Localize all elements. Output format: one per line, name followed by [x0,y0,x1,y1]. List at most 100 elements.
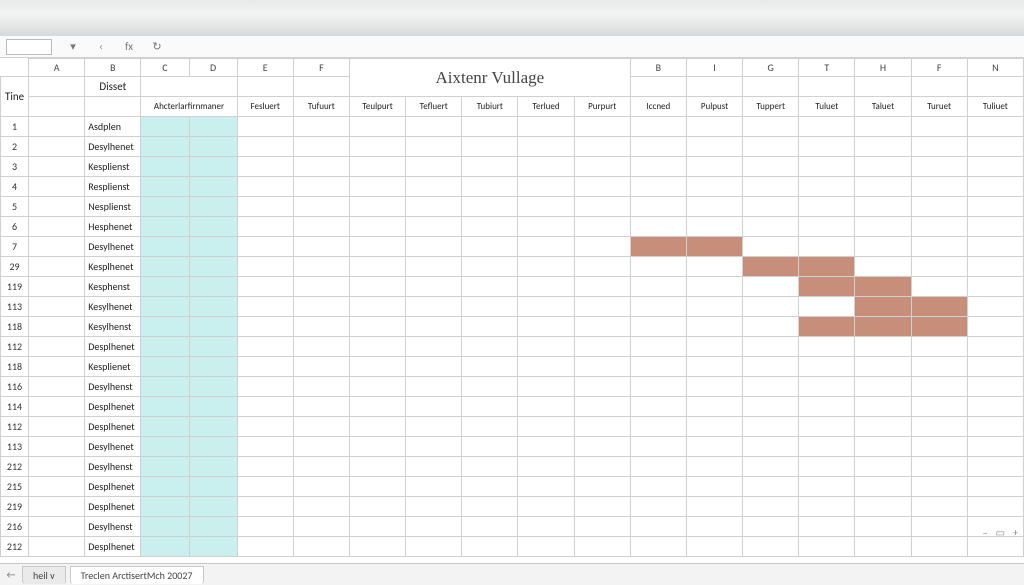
cell[interactable] [686,297,742,317]
cell[interactable] [406,517,462,537]
cell[interactable] [911,517,967,537]
cell[interactable] [799,477,855,497]
cell[interactable] [349,517,405,537]
cell[interactable] [29,517,85,537]
cell[interactable] [743,337,799,357]
cell[interactable] [967,237,1023,257]
cell[interactable] [855,77,911,97]
row-label[interactable]: Desplhenet [85,397,141,417]
cell[interactable] [686,157,742,177]
cell[interactable] [911,177,967,197]
cell[interactable] [574,197,630,217]
cell[interactable] [967,117,1023,137]
col-header[interactable]: T [799,59,855,77]
cell[interactable] [237,77,293,97]
cell[interactable] [237,437,293,457]
cell[interactable] [630,257,686,277]
cell[interactable] [293,517,349,537]
cell[interactable] [518,217,574,237]
cell[interactable] [686,357,742,377]
row-number[interactable]: 5 [1,197,29,217]
col-header[interactable]: B [85,59,141,77]
cell[interactable] [686,77,742,97]
row-number[interactable]: 216 [1,517,29,537]
cell[interactable] [630,137,686,157]
cell[interactable] [349,197,405,217]
cell[interactable] [911,157,967,177]
row-number[interactable]: 212 [1,457,29,477]
cell[interactable] [293,117,349,137]
row-number[interactable]: 7 [1,237,29,257]
subhdr[interactable]: Tuppert [743,97,799,117]
cell[interactable] [406,117,462,137]
cell[interactable] [855,177,911,197]
cell[interactable] [29,497,85,517]
cell[interactable] [686,497,742,517]
cell[interactable] [855,197,911,217]
cell[interactable] [743,497,799,517]
cell[interactable] [686,217,742,237]
row-number[interactable]: 6 [1,217,29,237]
cell[interactable] [462,117,518,137]
cell[interactable] [237,297,293,317]
cell[interactable] [911,477,967,497]
zoom-out-icon[interactable]: – [983,526,988,539]
cell[interactable] [574,117,630,137]
cell[interactable] [293,397,349,417]
subhdr[interactable]: Teulpurt [349,97,405,117]
row-label[interactable]: Asdplen [85,117,141,137]
cell[interactable] [406,497,462,517]
cell[interactable] [462,417,518,437]
row-label[interactable]: Desplhenet [85,337,141,357]
row-number[interactable]: 1 [1,117,29,137]
row-label[interactable]: Hesphenet [85,217,141,237]
cell[interactable] [911,237,967,257]
cell[interactable] [189,377,237,397]
cell[interactable] [967,257,1023,277]
cell[interactable] [911,437,967,457]
cell[interactable] [349,477,405,497]
cell[interactable] [574,517,630,537]
cell[interactable] [911,497,967,517]
grid-table[interactable]: A B C D E F Aixtenr Vullage B I G T H F … [0,58,1024,557]
cell[interactable] [518,117,574,137]
cell[interactable] [141,337,189,357]
row-label[interactable]: Kesplienst [85,157,141,177]
cell[interactable] [237,177,293,197]
col-header[interactable]: H [855,59,911,77]
redo-icon[interactable]: ↻ [150,40,164,53]
cell[interactable] [967,157,1023,177]
cell[interactable] [743,457,799,477]
row-label[interactable]: Kesylhenet [85,297,141,317]
cell[interactable] [967,497,1023,517]
col-header[interactable]: G [743,59,799,77]
cell[interactable] [518,197,574,217]
cell[interactable] [574,317,630,337]
cell[interactable] [29,357,85,377]
cell[interactable] [574,397,630,417]
cell[interactable] [349,317,405,337]
cell[interactable] [574,497,630,517]
cell[interactable] [630,317,686,337]
cell[interactable] [189,177,237,197]
cell[interactable] [349,537,405,557]
row-number[interactable]: 119 [1,277,29,297]
cell[interactable] [855,497,911,517]
col-header[interactable]: F [911,59,967,77]
cell[interactable] [686,457,742,477]
cell[interactable] [462,237,518,257]
cell[interactable] [141,277,189,297]
cell[interactable] [911,377,967,397]
row-label[interactable]: Kesplienet [85,357,141,377]
cell[interactable] [141,437,189,457]
cell[interactable] [967,397,1023,417]
cell[interactable] [518,157,574,177]
cell[interactable] [29,237,85,257]
cell[interactable] [293,357,349,377]
cell[interactable] [799,177,855,197]
cell[interactable] [29,437,85,457]
cell[interactable] [855,537,911,557]
cell[interactable] [293,177,349,197]
cell[interactable] [799,397,855,417]
cell[interactable] [967,477,1023,497]
